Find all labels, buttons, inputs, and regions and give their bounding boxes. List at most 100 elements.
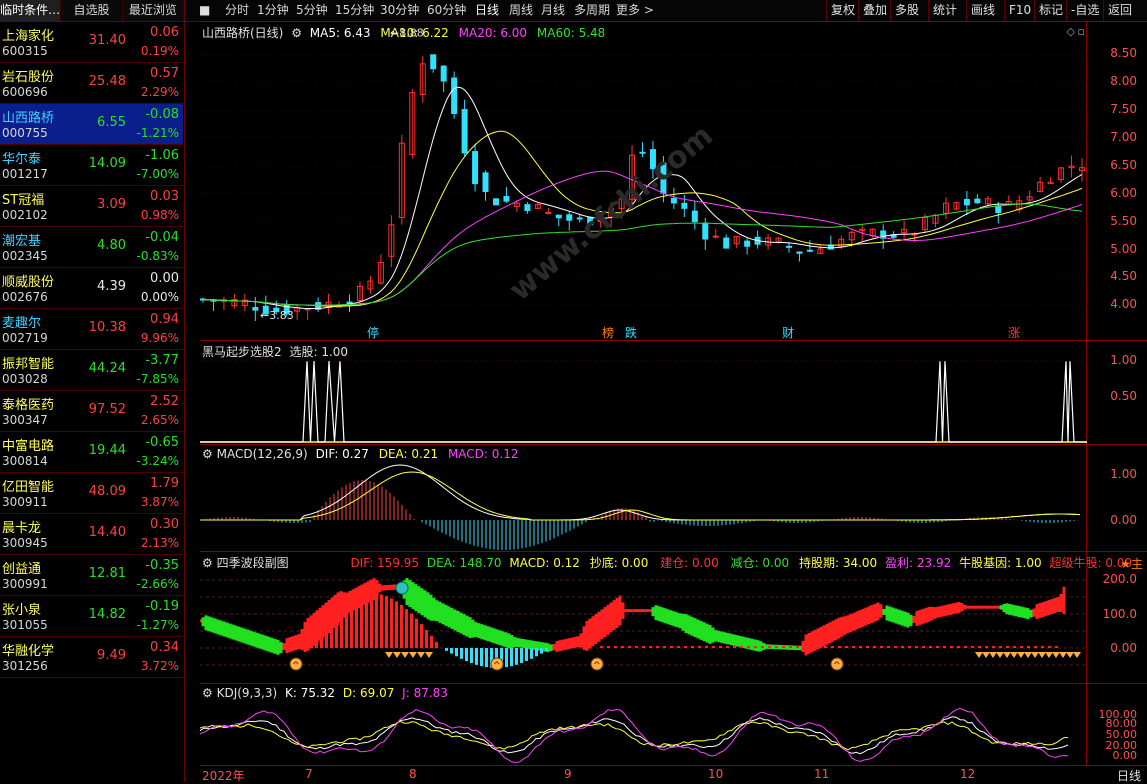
watchlist-row[interactable]: 泰格医药 300347 97.52 2.52 2.65% <box>0 391 183 432</box>
candle-body <box>639 151 646 154</box>
siji-bar-small <box>831 646 834 648</box>
siji-tick: 200.0 <box>1102 572 1137 586</box>
period-4[interactable]: 30分钟 <box>380 0 419 21</box>
candle-body <box>681 202 688 209</box>
period-5[interactable]: 60分钟 <box>427 0 466 21</box>
period-7[interactable]: 周线 <box>509 0 533 21</box>
candle-body <box>670 197 677 204</box>
toolbar-btn-2[interactable]: 多股 <box>890 0 923 21</box>
siji-bar-red <box>310 635 313 648</box>
siji-bar-red <box>370 593 373 648</box>
siji-bar-small <box>936 646 939 648</box>
siji-bar-red <box>350 598 353 648</box>
kline-panel[interactable]: 山西路桥(日线) ⚙ MA5: 6.43 MA10: 6.22 MA20: 6.… <box>200 21 1147 341</box>
macd-tick: 0.00 <box>1110 513 1137 527</box>
watchlist-row[interactable]: 中富电路 300814 19.44 -0.65 -3.24% <box>0 432 183 473</box>
stock-change: 0.00 <box>150 271 179 286</box>
siji-bar-small <box>845 646 848 648</box>
kdj-chart <box>200 707 1069 764</box>
stock-change-pct: 2.13% <box>140 536 179 550</box>
watchlist-row[interactable]: 张小泉 301055 14.82 -0.19 -1.27% <box>0 596 183 637</box>
tab-temp-condition[interactable]: 临时条件… <box>0 0 62 21</box>
siji-bar-cyan <box>470 648 473 664</box>
tab-self-selected[interactable]: 自选股 <box>61 0 123 21</box>
toolbar-btn-8[interactable]: 返回 <box>1103 0 1136 21</box>
siji-bar-small <box>796 646 799 648</box>
siji-bar-red <box>335 609 338 648</box>
ma10-line <box>202 130 1083 307</box>
siji-bar-small <box>740 646 743 648</box>
period-1[interactable]: 1分钟 <box>257 0 289 21</box>
watchlist-row[interactable]: 华尔泰 001217 14.09 -1.06 -7.00% <box>0 145 183 186</box>
siji-bar-red <box>320 624 323 648</box>
watchlist-row[interactable]: 山西路桥 000755 6.55 -0.08 -1.21% <box>0 104 183 145</box>
watchlist-row[interactable]: ST冠福 002102 3.09 0.03 0.98% <box>0 186 183 227</box>
siji-bar-small <box>873 646 876 648</box>
siji-bar-cyan <box>480 648 483 667</box>
watchlist-panel: 临时条件… 自选股 最近浏览 上海家化 600315 31.40 0.06 0.19% 岩… <box>0 0 185 782</box>
siji-bar-red <box>375 593 378 648</box>
siji-bar-red <box>315 629 318 648</box>
toolbar-btn-0[interactable]: 复权 <box>826 0 859 21</box>
period-0[interactable]: 分时 <box>225 0 249 21</box>
watchlist-row[interactable]: 潮宏基 002345 4.80 -0.04 -0.83% <box>0 227 183 268</box>
toolbar-btn-7[interactable]: -自选 <box>1066 0 1103 21</box>
watchlist-row[interactable]: 晨卡龙 300945 14.40 0.30 2.13% <box>0 514 183 555</box>
watchlist-row[interactable]: 岩石股份 600696 25.48 0.57 2.29% <box>0 63 183 104</box>
period-6[interactable]: 日线 <box>475 0 499 21</box>
siji-bar-small <box>635 646 638 648</box>
candle-body <box>806 249 813 252</box>
siji-bar-red <box>415 618 418 648</box>
toolbar-btn-3[interactable]: 统计 <box>928 0 961 21</box>
hold-marker <box>989 652 997 658</box>
period-3[interactable]: 15分钟 <box>335 0 374 21</box>
watchlist-row[interactable]: 振邦智能 003028 44.24 -3.77 -7.85% <box>0 350 183 391</box>
siji-bar-small <box>1055 646 1058 648</box>
watchlist-tabs: 临时条件… 自选股 最近浏览 <box>0 0 184 22</box>
tab-recent[interactable]: 最近浏览 <box>123 0 184 21</box>
siji-panel[interactable]: ⚙ 四季波段副图 DIF: 159.95 DEA: 148.70 MACD: 0… <box>200 551 1147 684</box>
candle-body <box>702 222 709 240</box>
hold-marker <box>417 652 425 658</box>
stock-change-pct: 2.65% <box>140 413 179 427</box>
period-9[interactable]: 多周期 <box>574 0 610 21</box>
siji-bar-small <box>1048 646 1051 648</box>
low-price-label: ←3.83 <box>260 309 294 322</box>
siji-bar-cyan <box>505 648 508 668</box>
toolbar-btn-6[interactable]: 标记 <box>1034 0 1067 21</box>
siji-bar-small <box>999 646 1002 648</box>
layout-icon[interactable]: ■ <box>199 0 210 21</box>
siji-bar-small <box>810 646 813 648</box>
hold-marker <box>982 652 990 658</box>
siji-bar-small <box>957 646 960 648</box>
toolbar-btn-1[interactable]: 叠加 <box>858 0 891 21</box>
watchlist-row[interactable]: 创益通 300991 12.81 -0.35 -2.66% <box>0 555 183 596</box>
siji-bar-red <box>410 613 413 648</box>
watchlist-row[interactable]: 上海家化 600315 31.40 0.06 0.19% <box>0 22 183 63</box>
watchlist-row[interactable]: 华融化学 301256 9.49 0.34 3.72% <box>0 637 183 678</box>
period-10[interactable]: 更多 > <box>616 0 654 21</box>
kline-chart[interactable]: ←8.88 ←3.83 停 榜跌 财 涨 www.cfchi.com <box>200 22 1087 341</box>
toolbar-btn-4[interactable]: 画线 <box>966 0 999 21</box>
watchlist-row[interactable]: 顺威股份 002676 4.39 0.00 0.00% <box>0 268 183 309</box>
watchlist-row[interactable]: 麦趣尔 002719 10.38 0.94 9.96% <box>0 309 183 350</box>
siji-bar-small <box>698 646 701 648</box>
x-label-month: 12 <box>960 767 976 781</box>
watchlist-row[interactable]: 亿田智能 300911 48.09 1.79 3.87% <box>0 473 183 514</box>
period-2[interactable]: 5分钟 <box>296 0 328 21</box>
x-label-month: 9 <box>564 767 572 781</box>
period-label: 日线 <box>1116 769 1141 783</box>
candle-body <box>440 65 447 82</box>
hold-marker <box>1045 652 1053 658</box>
period-8[interactable]: 月线 <box>541 0 565 21</box>
macd-panel[interactable]: ⚙ MACD(12,26,9) DIF: 0.27 DEA: 0.21 MACD… <box>200 444 1147 552</box>
siji-bar-small <box>943 646 946 648</box>
event-marker: 跌 <box>625 325 637 340</box>
heima-panel[interactable]: 黑马起步选股2 选股: 1.00 1.00 0.50 <box>200 340 1147 445</box>
siji-bar-small <box>775 646 778 648</box>
siji-bar-small <box>985 646 988 648</box>
toolbar-btn-5[interactable]: F10 <box>1004 0 1035 21</box>
stock-change: -3.77 <box>145 353 179 368</box>
siji-bar-red <box>340 604 343 648</box>
kdj-panel[interactable]: ⚙ KDJ(9,3,3) K: 75.32 D: 69.07 J: 87.83 … <box>200 683 1147 766</box>
